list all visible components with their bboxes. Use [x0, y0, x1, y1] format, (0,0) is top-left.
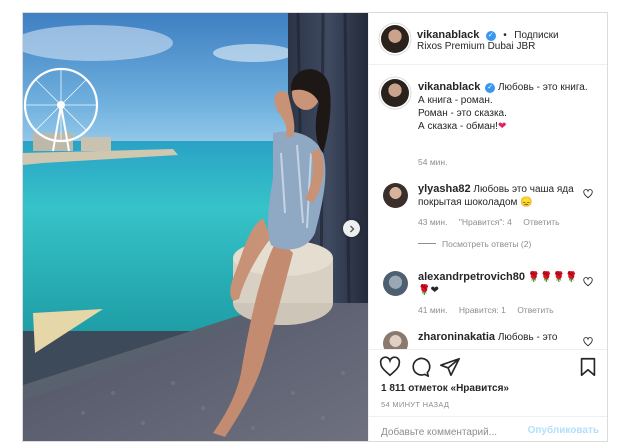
comment-item: zharoninakatia Любовь - это — [381, 329, 601, 349]
comments-list[interactable]: vikanablack ✓ Любовь - это книга. А книг… — [369, 65, 607, 349]
comment-time[interactable]: 41 мин. — [418, 305, 447, 315]
heart-emoji: ❤ — [497, 121, 507, 132]
chevron-right-icon — [349, 225, 354, 232]
photo-image — [23, 13, 368, 441]
comment-time[interactable]: 43 мин. — [418, 217, 447, 227]
post-side-panel: vikanablack ✓ • Подписки Rixos Premium D… — [368, 13, 607, 441]
comment-like-heart-icon[interactable] — [583, 277, 593, 287]
author-avatar[interactable] — [381, 79, 409, 107]
commenter-username[interactable]: zharoninakatia — [418, 331, 495, 343]
comment-meta: 43 мин. "Нравится": 4 Ответить — [418, 217, 569, 227]
comment-item: ylyasha82 Любовь это чаша яда покрытая ш… — [381, 181, 601, 261]
commenter-avatar[interactable] — [383, 183, 408, 208]
author-username[interactable]: vikanablack — [417, 29, 479, 41]
comment-meta: 41 мин. Нравится: 1 Ответить — [418, 305, 563, 315]
caption-time: 54 мин. — [418, 157, 456, 167]
post-time-ago[interactable]: 54 МИНУТ НАЗАД — [381, 400, 449, 409]
comment-like-heart-icon[interactable] — [583, 189, 593, 199]
reply-button[interactable]: Ответить — [517, 305, 553, 315]
heart-icon[interactable] — [379, 356, 401, 378]
verified-badge-icon: ✓ — [485, 83, 496, 93]
commenter-avatar[interactable] — [383, 331, 408, 349]
caption-line-2: А книга - роман. — [418, 95, 493, 106]
add-comment-bar: Опубликовать — [369, 416, 607, 441]
comment-text: Любовь - это — [497, 332, 558, 343]
view-replies[interactable]: Посмотреть ответы (2) — [418, 239, 540, 249]
reply-button[interactable]: Ответить — [523, 217, 559, 227]
verified-badge-icon: ✓ — [485, 31, 496, 41]
author-avatar[interactable] — [381, 25, 409, 53]
caption: vikanablack ✓ Любовь - это книга. А книг… — [381, 79, 601, 169]
caption-line-1: Любовь - это книга. — [497, 82, 588, 93]
comment-icon[interactable] — [409, 356, 431, 378]
comment-input[interactable] — [379, 423, 533, 441]
replies-line — [418, 243, 436, 244]
comment-text: 🌹🌹🌹🌹 — [527, 272, 578, 283]
comment-likes[interactable]: "Нравится": 4 — [459, 217, 512, 227]
caption-username[interactable]: vikanablack — [418, 81, 480, 93]
post-photo[interactable] — [23, 13, 368, 441]
bookmark-icon[interactable] — [577, 356, 599, 378]
instagram-post: vikanablack ✓ • Подписки Rixos Premium D… — [22, 12, 608, 442]
commenter-username[interactable]: alexandrpetrovich80 — [418, 271, 525, 283]
post-location[interactable]: Rixos Premium Dubai JBR — [417, 41, 535, 52]
likes-number: 1 811 — [381, 383, 406, 394]
view-replies-label[interactable]: Посмотреть ответы (2) — [442, 239, 531, 249]
comment-likes[interactable]: Нравится: 1 — [459, 305, 506, 315]
post-header: vikanablack ✓ • Подписки Rixos Premium D… — [369, 13, 607, 65]
comment-item: alexandrpetrovich80 🌹🌹🌹🌹 🌹❤ 41 мин. Нрав… — [381, 269, 601, 325]
header-separator: • — [503, 30, 507, 41]
comment-text-2: 🌹❤ — [418, 285, 439, 296]
comment-like-heart-icon[interactable] — [583, 337, 593, 347]
likes-count[interactable]: 1 811 отметок «Нравится» — [381, 383, 509, 394]
comment-emoji: 😞 — [520, 197, 533, 208]
caption-line-4: А сказка - обман! — [418, 121, 498, 132]
publish-button[interactable]: Опубликовать — [528, 425, 599, 436]
likes-label: отметок «Нравится» — [408, 383, 509, 394]
caption-line-3: Роман - это сказка. — [418, 108, 507, 119]
commenter-avatar[interactable] — [383, 271, 408, 296]
caption-timestamp[interactable]: 54 мин. — [418, 157, 447, 167]
commenter-username[interactable]: ylyasha82 — [418, 183, 471, 195]
next-photo-button[interactable] — [343, 220, 360, 237]
post-actions: 1 811 отметок «Нравится» 54 МИНУТ НАЗАД … — [369, 349, 607, 441]
following-button[interactable]: Подписки — [514, 30, 558, 41]
share-icon[interactable] — [439, 356, 461, 378]
